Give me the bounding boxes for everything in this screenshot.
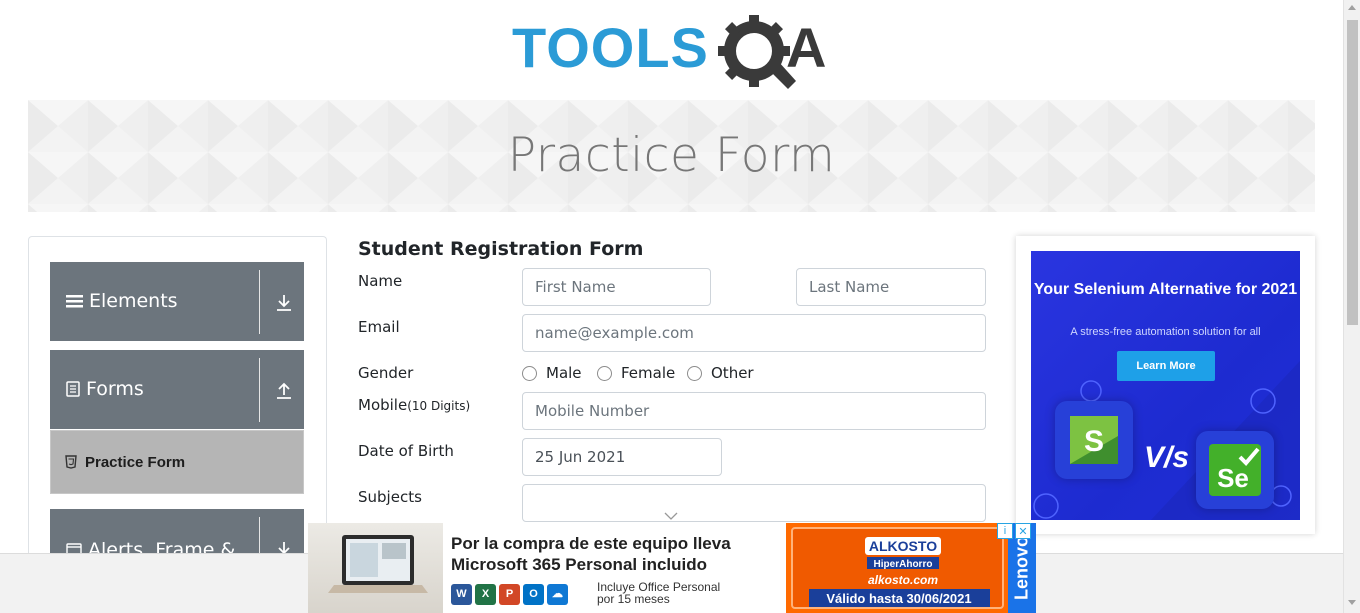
last-name-input[interactable]: Last Name	[796, 268, 986, 306]
scroll-down-icon[interactable]	[1348, 600, 1356, 605]
gender-radio-male[interactable]: Male	[522, 364, 582, 382]
svg-text:HiperAhorro: HiperAhorro	[874, 559, 933, 570]
radio-label: Male	[546, 364, 582, 382]
subjects-input[interactable]	[522, 484, 986, 522]
ad-headline: Your Selenium Alternative for 2021	[1033, 281, 1298, 298]
ad-headline-line-1: Por la compra de este equipo lleva	[451, 534, 731, 553]
email-label: Email	[358, 318, 400, 336]
ad-close-icon[interactable]: ✕	[1015, 523, 1031, 539]
svg-text:ALKOSTO: ALKOSTO	[869, 538, 937, 554]
mobile-hint: (10 Digits)	[407, 399, 471, 413]
toolsqa-logo[interactable]: TOOLS A	[510, 14, 840, 92]
excel-icon: X	[475, 584, 496, 605]
chevron-down-icon	[664, 512, 678, 520]
page-title: Practice Form	[507, 128, 836, 183]
sidebar-item-label: Practice Form	[85, 453, 186, 471]
alkosto-card: ALKOSTO HiperAhorro alkosto.com Válido h…	[791, 527, 1004, 609]
radio-label: Female	[621, 364, 676, 382]
form-title: Student Registration Form	[358, 238, 644, 260]
logo-text-a: A	[786, 16, 826, 79]
side-ad[interactable]: Your Selenium Alternative for 2021 A str…	[1031, 251, 1300, 520]
sidebar-group-elements[interactable]: Elements	[50, 262, 304, 341]
powerpoint-icon: P	[499, 584, 520, 605]
alkosto-logo: ALKOSTO HiperAhorro alkosto.com Válido h…	[809, 537, 990, 607]
dob-label: Date of Birth	[358, 442, 454, 460]
radio-circle[interactable]	[597, 365, 612, 381]
testsigma-icon: S	[1070, 416, 1118, 464]
selenium-icon: Se	[1209, 444, 1261, 496]
sidebar-group-forms[interactable]: Forms	[50, 350, 304, 429]
first-name-input[interactable]: First Name	[522, 268, 711, 306]
subjects-label: Subjects	[358, 488, 422, 506]
mobile-label: Mobile(10 Digits)	[358, 396, 470, 414]
vertical-scrollbar[interactable]	[1343, 0, 1360, 613]
name-label: Name	[358, 272, 403, 290]
sidebar-group-label: Forms	[86, 378, 144, 400]
hamburger-icon	[66, 294, 83, 307]
dob-input[interactable]: 25 Jun 2021	[522, 438, 722, 476]
radio-label: Other	[711, 364, 754, 382]
ad-choices[interactable]: i ✕	[997, 523, 1035, 539]
selenium-logo-tile: Se	[1196, 431, 1274, 509]
ad-headline: Por la compra de este equipo lleva Micro…	[451, 533, 731, 575]
svg-text:S: S	[1084, 425, 1104, 458]
learn-more-button[interactable]: Learn More	[1117, 351, 1215, 381]
divider	[259, 358, 260, 422]
ad-subline: A stress-free automation solution for al…	[1070, 326, 1261, 338]
download-arrow-icon[interactable]	[276, 294, 292, 312]
testsigma-logo-tile: S	[1055, 401, 1133, 479]
gender-label: Gender	[358, 364, 414, 382]
logo-text-tools: TOOLS	[512, 16, 709, 79]
bottom-ad[interactable]: Por la compra de este equipo lleva Micro…	[308, 523, 1036, 613]
onedrive-icon: ☁	[547, 584, 568, 605]
gender-radio-female[interactable]: Female	[597, 364, 675, 382]
ad-info-icon[interactable]: i	[997, 523, 1013, 539]
vs-text: V/s	[1144, 441, 1190, 474]
outlook-icon: O	[523, 584, 544, 605]
radio-circle[interactable]	[522, 365, 537, 381]
gear-icon	[718, 15, 796, 89]
office-apps: W X P O ☁	[451, 584, 568, 605]
laptop-icon	[328, 535, 428, 593]
page-banner: Practice Form	[28, 100, 1315, 212]
scrollbar-thumb[interactable]	[1347, 20, 1358, 325]
html5-icon	[65, 455, 77, 469]
radio-circle[interactable]	[687, 365, 702, 381]
left-sidebar: Elements Forms Practice Form Alerts, Fra…	[28, 236, 327, 566]
gender-radio-other[interactable]: Other	[687, 364, 754, 382]
side-ad-container: Your Selenium Alternative for 2021 A str…	[1016, 236, 1315, 534]
mobile-input[interactable]: Mobile Number	[522, 392, 986, 430]
mobile-label-text: Mobile	[358, 396, 408, 414]
ad-headline-line-2: Microsoft 365 Personal incluido	[451, 555, 708, 574]
sidebar-item-practice-form[interactable]: Practice Form	[50, 430, 304, 494]
ad-subtext: Incluye Office Personal por 15 meses	[597, 581, 720, 605]
svg-text:Válido hasta 30/06/2021: Válido hasta 30/06/2021	[826, 591, 971, 606]
document-icon	[66, 381, 80, 397]
divider	[259, 270, 260, 334]
word-icon: W	[451, 584, 472, 605]
svg-text:Se: Se	[1217, 463, 1249, 493]
laptop-image	[308, 523, 443, 613]
sidebar-group-label: Elements	[89, 290, 178, 312]
svg-text:alkosto.com: alkosto.com	[868, 573, 938, 587]
ad-subtext-line-2: por 15 meses	[597, 592, 670, 606]
upload-arrow-icon[interactable]	[276, 382, 292, 400]
scroll-up-icon[interactable]	[1348, 5, 1356, 10]
alkosto-brand: ALKOSTO HiperAhorro alkosto.com Válido h…	[786, 523, 1008, 613]
email-input[interactable]: name@example.com	[522, 314, 986, 352]
